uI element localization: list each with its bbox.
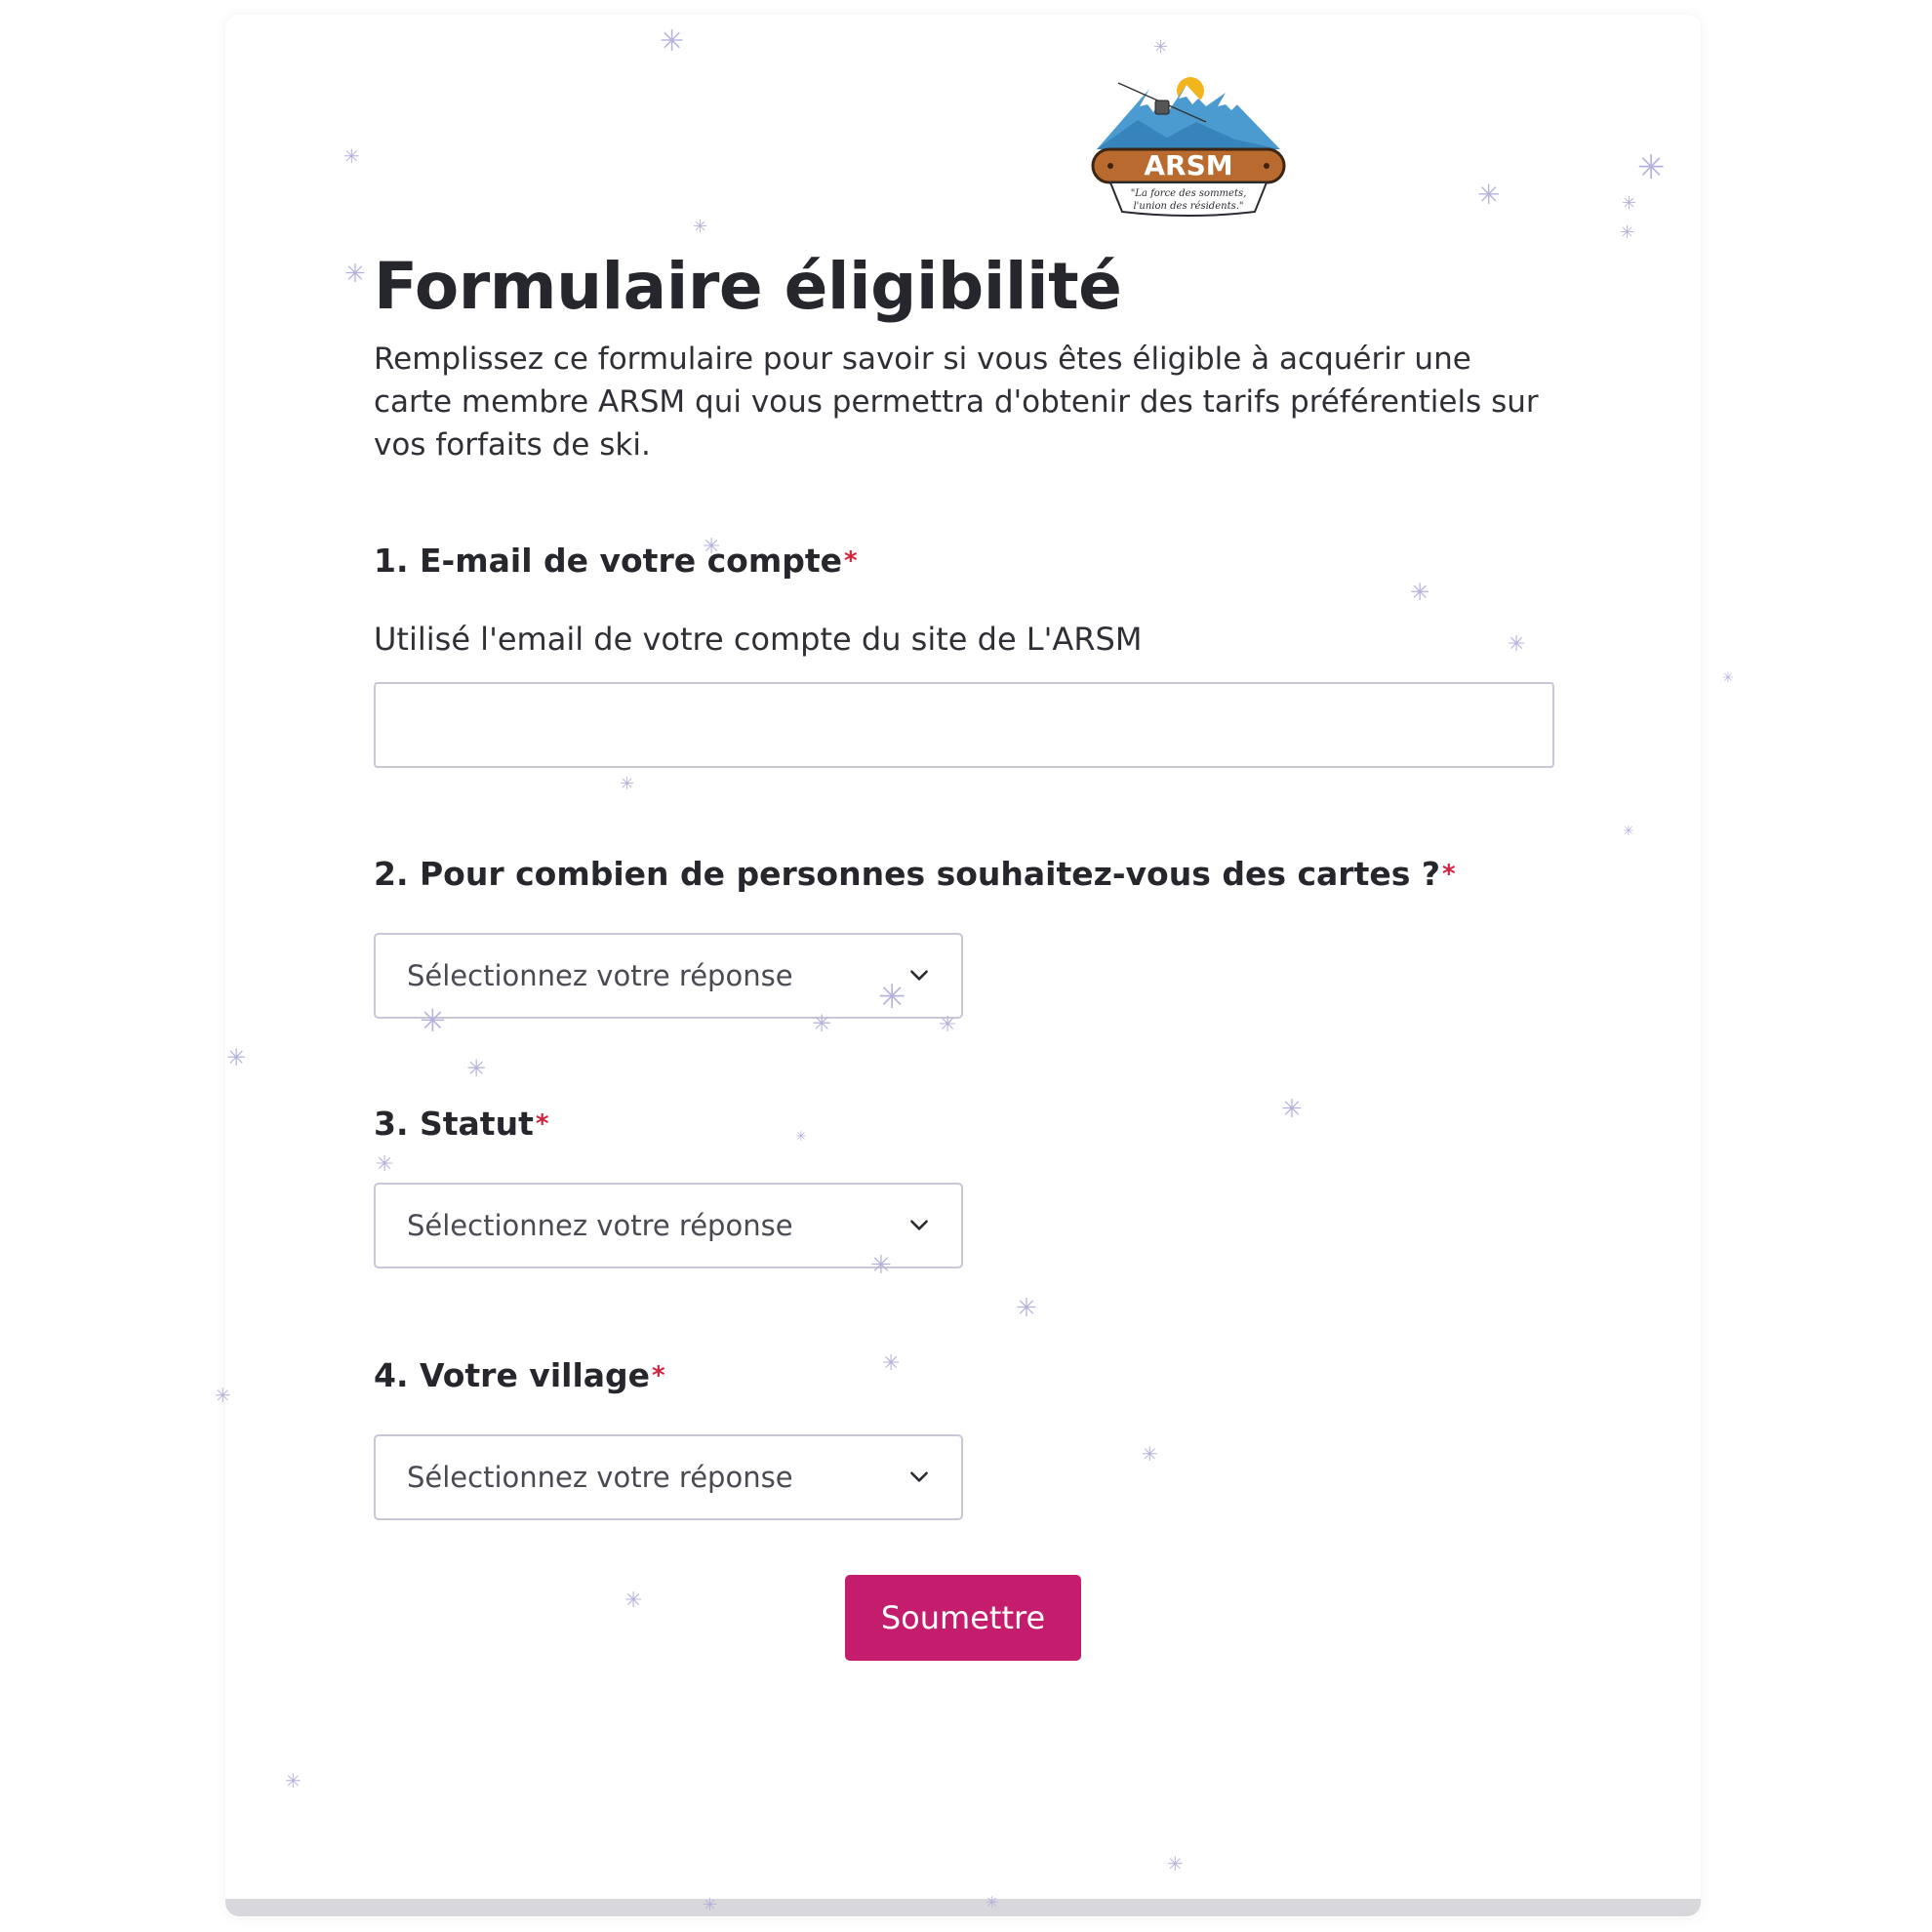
chevron-down-icon [910, 1471, 928, 1482]
required-mark: * [843, 546, 858, 576]
email-field[interactable] [374, 682, 1554, 768]
question-label: 4. Votre village* [374, 1354, 1554, 1397]
logo-tagline-line2: l'union des résidents." [1133, 201, 1243, 212]
select-value: Sélectionnez votre réponse [407, 1461, 793, 1494]
page: ARSM "La force des sommets, l'union des … [0, 0, 1932, 1932]
submit-button[interactable]: Soumettre [845, 1575, 1081, 1661]
card-count-select[interactable]: Sélectionnez votre réponse [374, 933, 963, 1019]
question-help-text: Utilisé l'email de votre compte du site … [374, 621, 1143, 658]
select-value: Sélectionnez votre réponse [407, 1209, 793, 1242]
arsm-logo: ARSM "La force des sommets, l'union des … [1091, 77, 1286, 217]
logo-tagline-line1: "La force des sommets, [1131, 188, 1247, 199]
form-title: Formulaire éligibilité [374, 249, 1122, 324]
question-label-text: 4. Votre village [374, 1356, 651, 1394]
form-content: Formulaire éligibilité Remplissez ce for… [374, 244, 1554, 466]
snowflake-icon: ✳ [1722, 670, 1734, 686]
question-label-text: 3. Statut [374, 1105, 534, 1143]
village-select[interactable]: Sélectionnez votre réponse [374, 1434, 963, 1520]
chevron-down-icon [910, 970, 928, 981]
logo-brand-text: ARSM [1144, 149, 1232, 181]
question-village: 4. Votre village* Sélectionnez votre rép… [374, 1354, 1554, 1520]
form-description: Remplissez ce formulaire pour savoir si … [374, 342, 1539, 463]
required-mark: * [535, 1109, 549, 1139]
card-scrollbar[interactable] [225, 1899, 1701, 1916]
status-select[interactable]: Sélectionnez votre réponse [374, 1183, 963, 1268]
question-card-count: 2. Pour combien de personnes souhaitez-v… [374, 853, 1554, 1019]
question-status: 3. Statut* Sélectionnez votre réponse [374, 1103, 1554, 1268]
question-label: 3. Statut* [374, 1103, 1554, 1146]
question-label-text: 1. E-mail de votre compte [374, 542, 842, 580]
chevron-down-icon [910, 1220, 928, 1230]
required-mark: * [652, 1361, 665, 1390]
required-mark: * [1442, 860, 1456, 889]
question-label: 1. E-mail de votre compte* [374, 540, 1554, 583]
question-label-text: 2. Pour combien de personnes souhaitez-v… [374, 855, 1441, 893]
select-value: Sélectionnez votre réponse [407, 959, 793, 992]
question-email: 1. E-mail de votre compte* Utilisé l'ema… [374, 540, 1554, 768]
question-label: 2. Pour combien de personnes souhaitez-v… [374, 853, 1554, 896]
